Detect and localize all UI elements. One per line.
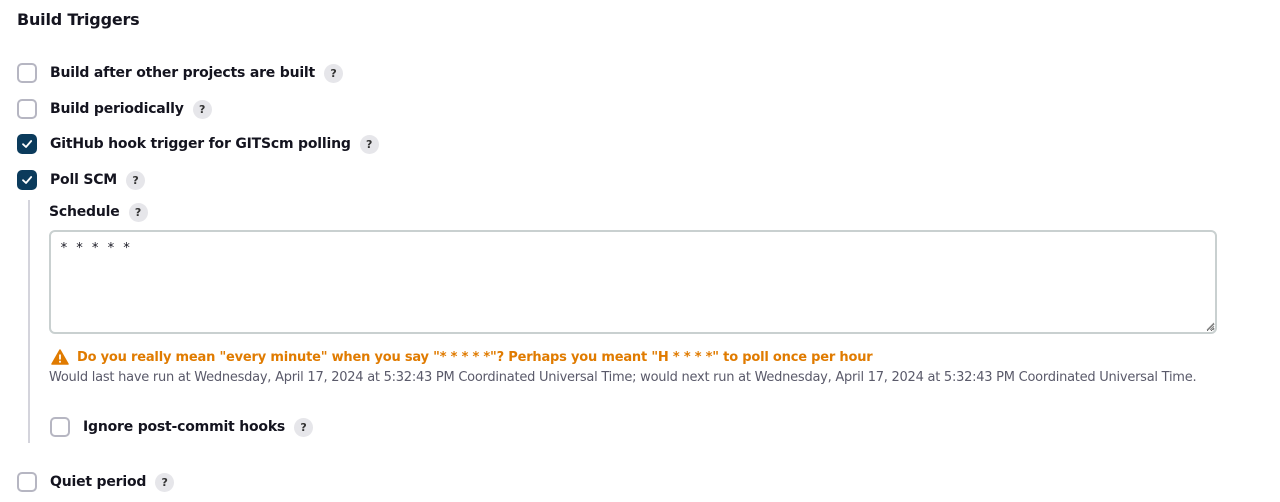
warning-text: Do you really mean "every minute" when y… [77, 349, 873, 365]
quiet-period-row[interactable]: Quiet period ? [17, 471, 175, 493]
help-icon[interactable]: ? [294, 417, 314, 437]
help-icon[interactable]: ? [324, 63, 344, 83]
poll-scm-checkbox[interactable] [17, 170, 37, 190]
help-icon[interactable]: ? [192, 99, 212, 119]
schedule-run-info: Would last have run at Wednesday, April … [49, 370, 1197, 385]
checkmark-icon [22, 140, 33, 148]
trigger-poll-scm[interactable]: Poll SCM ? [17, 169, 146, 191]
help-icon[interactable]: ? [155, 472, 175, 492]
trigger-build-periodically[interactable]: Build periodically ? [17, 98, 212, 120]
checkmark-icon [22, 176, 33, 184]
build-after-other-projects-checkbox[interactable] [17, 63, 37, 83]
nested-options-bar [28, 200, 30, 443]
schedule-warning: Do you really mean "every minute" when y… [51, 347, 873, 367]
quiet-period-checkbox[interactable] [17, 472, 37, 492]
help-icon[interactable]: ? [128, 202, 148, 222]
help-icon[interactable]: ? [126, 170, 146, 190]
build-after-other-projects-label: Build after other projects are built [50, 65, 316, 81]
github-hook-checkbox[interactable] [17, 134, 37, 154]
trigger-github-hook[interactable]: GitHub hook trigger for GITScm polling ? [17, 133, 379, 155]
poll-scm-label: Poll SCM [50, 172, 118, 188]
ignore-post-commit-hooks-label: Ignore post-commit hooks [83, 419, 286, 435]
ignore-post-commit-hooks-row[interactable]: Ignore post-commit hooks ? [50, 416, 314, 438]
build-triggers-page: Build Triggers Build after other project… [0, 0, 1280, 502]
warning-triangle-icon [51, 349, 69, 365]
build-periodically-label: Build periodically [50, 101, 184, 117]
github-hook-label: GitHub hook trigger for GITScm polling [50, 136, 351, 152]
schedule-input[interactable] [49, 230, 1217, 334]
build-periodically-checkbox[interactable] [17, 99, 37, 119]
help-icon[interactable]: ? [359, 134, 379, 154]
quiet-period-label: Quiet period [50, 474, 147, 490]
schedule-label: Schedule [49, 204, 120, 220]
schedule-label-row: Schedule ? [49, 201, 148, 223]
trigger-build-after-other-projects[interactable]: Build after other projects are built ? [17, 62, 344, 84]
ignore-post-commit-hooks-checkbox[interactable] [50, 417, 70, 437]
section-title: Build Triggers [17, 10, 140, 29]
